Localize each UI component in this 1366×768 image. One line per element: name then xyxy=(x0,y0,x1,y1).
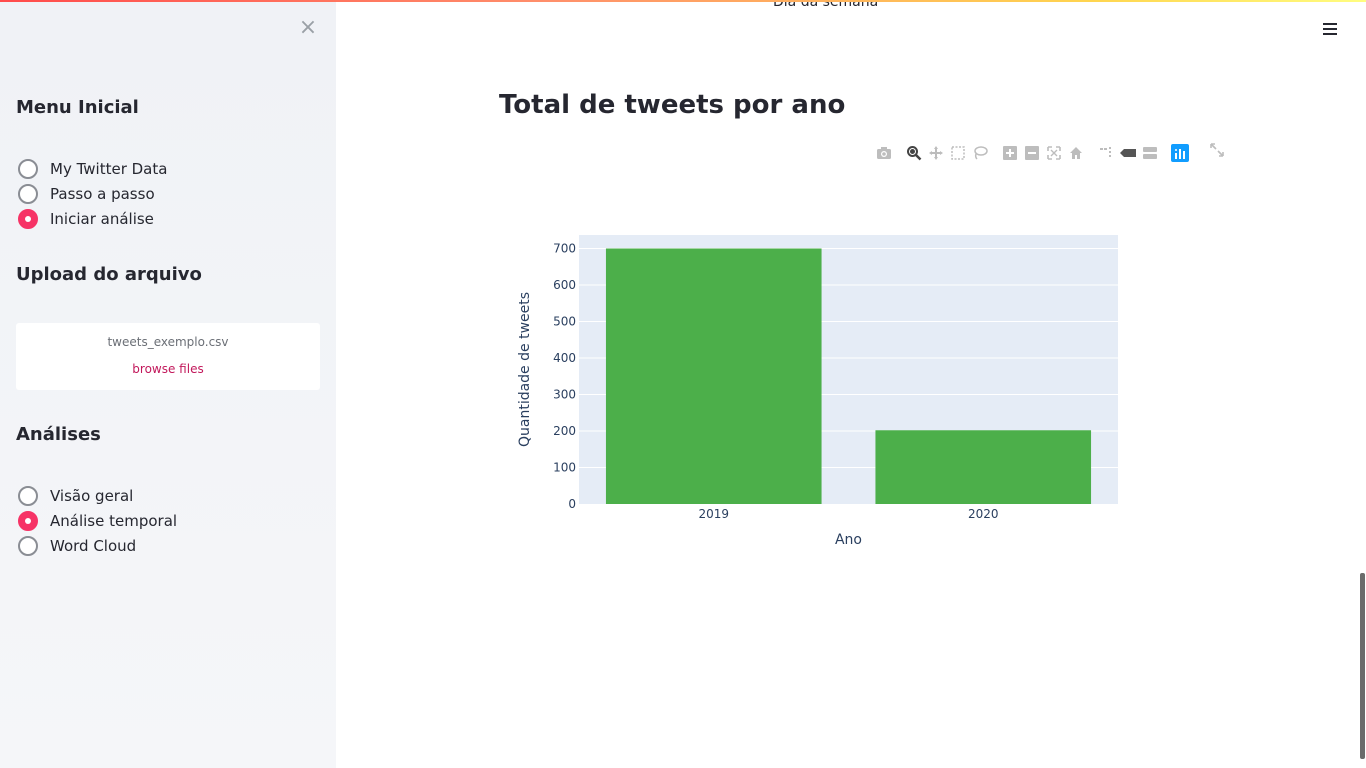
radio-label: Word Cloud xyxy=(50,536,137,555)
file-uploader[interactable]: tweets_exemplo.csv browse files xyxy=(16,323,320,390)
radio-label: Visão geral xyxy=(50,486,134,505)
radio-label: My Twitter Data xyxy=(50,159,168,178)
y-tick-label: 300 xyxy=(553,388,576,402)
y-tick-label: 100 xyxy=(553,461,576,475)
fullscreen-icon[interactable] xyxy=(1206,139,1228,161)
radio-unchecked-icon xyxy=(18,183,38,204)
scrollbar-thumb[interactable] xyxy=(1360,573,1365,759)
radio-unchecked-icon xyxy=(18,158,38,179)
zoom-icon[interactable] xyxy=(903,142,925,164)
radio-unchecked-icon xyxy=(18,535,38,556)
radio-label: Análise temporal xyxy=(50,511,178,530)
y-tick-label: 400 xyxy=(553,351,576,365)
uploaded-file-name: tweets_exemplo.csv xyxy=(107,335,229,349)
zoom-in-icon[interactable] xyxy=(999,142,1021,164)
analyses-heading: Análises xyxy=(16,424,101,445)
zoom-out-icon[interactable] xyxy=(1021,142,1043,164)
hover-compare-icon[interactable] xyxy=(1139,142,1161,164)
radio-checked-icon xyxy=(18,510,38,531)
browse-files-button[interactable]: browse files xyxy=(16,362,320,376)
y-tick-label: 0 xyxy=(568,497,576,511)
pan-icon[interactable] xyxy=(925,142,947,164)
spike-lines-icon[interactable] xyxy=(1095,142,1117,164)
y-tick-label: 600 xyxy=(553,278,576,292)
box-select-icon[interactable] xyxy=(947,142,969,164)
x-tick-label: 2020 xyxy=(968,507,999,521)
upload-heading: Upload do arquivo xyxy=(16,264,202,285)
plotly-logo-icon[interactable] xyxy=(1169,142,1191,164)
menu-option-iniciar-analise[interactable]: Iniciar análise xyxy=(16,206,167,231)
menu-radio-group: My Twitter Data Passo a passo Iniciar an… xyxy=(16,156,167,231)
hamburger-menu-icon[interactable] xyxy=(1320,20,1340,38)
chart-modebar xyxy=(873,142,1191,164)
menu-heading: Menu Inicial xyxy=(16,97,139,118)
tweets-per-year-bar-chart: 0 100 200 300 400 500 600 700 2019 2020 Ano Quantid… xyxy=(517,235,1118,548)
radio-label: Passo a passo xyxy=(50,184,155,203)
bar-2020 xyxy=(875,430,1092,504)
x-tick-label: 2019 xyxy=(698,507,729,521)
analysis-option-visao-geral[interactable]: Visão geral xyxy=(16,483,177,508)
analysis-option-analise-temporal[interactable]: Análise temporal xyxy=(16,508,177,533)
radio-label: Iniciar análise xyxy=(50,209,154,228)
radio-unchecked-icon xyxy=(18,485,38,506)
menu-option-my-twitter-data[interactable]: My Twitter Data xyxy=(16,156,167,181)
close-sidebar-icon[interactable]: × xyxy=(298,17,318,39)
camera-icon[interactable] xyxy=(873,142,895,164)
page-title: Total de tweets por ano xyxy=(499,90,846,120)
sidebar: × Menu Inicial My Twitter Data Passo a p… xyxy=(0,0,336,768)
y-tick-label: 200 xyxy=(553,424,576,438)
analyses-radio-group: Visão geral Análise temporal Word Cloud xyxy=(16,483,177,558)
reset-axes-icon[interactable] xyxy=(1065,142,1087,164)
x-axis-title: Ano xyxy=(835,532,862,548)
menu-option-passo-a-passo[interactable]: Passo a passo xyxy=(16,181,167,206)
lasso-select-icon[interactable] xyxy=(969,142,991,164)
y-axis-title: Quantidade de tweets xyxy=(517,292,533,447)
y-tick-label: 700 xyxy=(553,242,576,256)
autoscale-icon[interactable] xyxy=(1043,142,1065,164)
analysis-option-word-cloud[interactable]: Word Cloud xyxy=(16,533,177,558)
radio-checked-icon xyxy=(18,208,38,229)
hover-closest-icon[interactable] xyxy=(1117,142,1139,164)
top-decoration-bar xyxy=(0,0,1366,2)
bar-2019 xyxy=(605,248,822,504)
y-tick-label: 500 xyxy=(553,315,576,329)
